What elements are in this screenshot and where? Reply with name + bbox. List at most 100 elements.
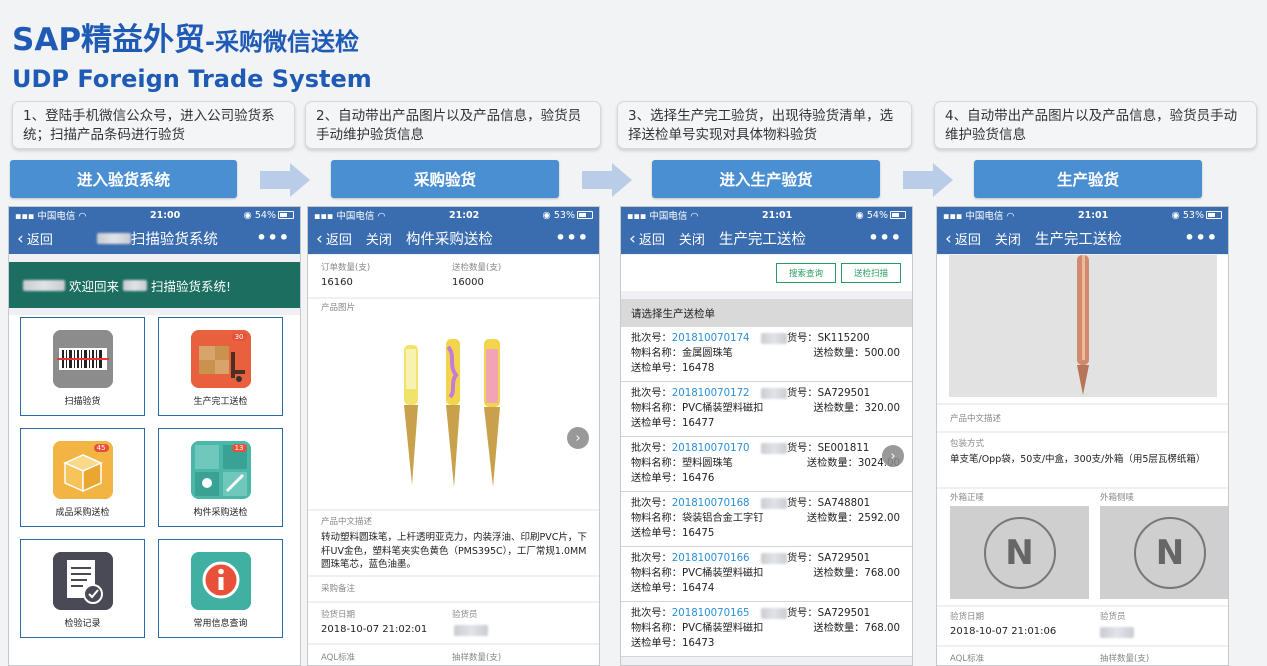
item-number: SE001811 <box>817 443 870 454</box>
page-title: SAP精益外贸-采购微信送检 <box>12 14 359 59</box>
inspection-list: 请选择生产送检单 批次号：201810070174 货号：SK115200 物料名称… <box>621 299 912 657</box>
item-number: SA729501 <box>817 608 871 619</box>
chevron-left-icon: ‹ <box>316 228 323 249</box>
material-name: PVC桶装塑料磁扣 <box>681 568 764 579</box>
inspect-qty: 320.00 <box>864 403 900 414</box>
chevron-left-icon: ‹ <box>945 228 952 249</box>
nav-bar: ‹ 返回 扫描验货系统 ••• <box>9 223 300 254</box>
title-english: UDP Foreign Trade System <box>12 65 372 93</box>
tile-inspection-records[interactable]: 检验记录 <box>20 539 145 638</box>
redacted-text <box>761 387 787 399</box>
more-icon[interactable]: ••• <box>868 228 902 247</box>
north-mark-icon: N <box>1134 516 1206 589</box>
menu-grid: 扫描验货 30 生产完工送检 45 成品采购送检 13 构件采购送检 检验记录 … <box>9 315 300 665</box>
batch-number[interactable]: 201810070166 <box>672 553 750 564</box>
badge-count: 30 <box>231 333 247 341</box>
doc-number: 16475 <box>681 528 715 539</box>
nav-title: 生产完工送检 <box>718 232 806 248</box>
close-button[interactable]: 关闭 <box>995 229 1021 248</box>
step-4-button[interactable]: 生产验货 <box>974 160 1202 198</box>
box-icon: 45 <box>52 441 113 499</box>
tile-production-inspection[interactable]: 30 生产完工送检 <box>158 317 283 416</box>
carton-front-photo: N <box>950 506 1089 599</box>
doc-number: 16476 <box>681 473 715 484</box>
wifi-icon: ◠ <box>377 211 386 222</box>
nav-title: 扫描验货系统 <box>130 232 218 248</box>
scan-button[interactable]: 送检扫描 <box>841 263 901 283</box>
more-icon[interactable]: ••• <box>256 228 290 247</box>
tile-label: 构件采购送检 <box>193 508 248 518</box>
description-section: 产品中文描述 转动塑料圆珠笔，上杆透明亚克力，内装浮油、印刷PVC片，下杆UV金… <box>308 511 599 575</box>
signal-icon: ▪▪▪ <box>627 211 647 222</box>
chevron-right-icon <box>903 163 953 197</box>
signal-icon: ▪▪▪ <box>314 211 334 222</box>
next-button[interactable]: › <box>882 445 904 467</box>
batch-number[interactable]: 201810070174 <box>672 333 750 344</box>
list-item[interactable]: 批次号：201810070165 货号：SA729501 物料名称：PVC桶装塑料磁… <box>621 602 912 657</box>
wifi-icon: ◠ <box>78 211 87 222</box>
inspect-qty: 2592.00 <box>857 513 900 524</box>
material-name: PVC桶装塑料磁扣 <box>681 623 764 634</box>
wifi-icon: ◠ <box>1006 211 1015 222</box>
batch-number[interactable]: 201810070165 <box>672 608 750 619</box>
back-button[interactable]: ‹ 返回 <box>17 229 53 249</box>
tile-scan-inspection[interactable]: 扫描验货 <box>20 317 145 416</box>
battery-level: 54% <box>254 209 276 221</box>
lock-rotation-icon: ◉ <box>1171 209 1180 221</box>
back-button[interactable]: ‹ 返回 <box>945 229 981 249</box>
nav-title: 构件采购送检 <box>405 232 493 248</box>
back-button[interactable]: ‹ 返回 <box>629 229 665 249</box>
clock: 21:00 <box>150 209 181 221</box>
close-button[interactable]: 关闭 <box>679 229 705 248</box>
nav-bar: ‹ 返回 关闭 生产完工送检 ••• <box>621 223 912 254</box>
qty-row: 订单数量(支) 16160 送检数量(支) 16000 <box>308 255 599 297</box>
list-item[interactable]: 批次号：201810070174 货号：SK115200 物料名称：金属圆珠笔 送检数… <box>621 327 912 382</box>
date-row: 验货日期 2018-10-07 21:01:06 验货员 <box>937 607 1228 645</box>
doc-number: 16473 <box>681 638 715 649</box>
tile-finished-purchase[interactable]: 45 成品采购送检 <box>20 428 145 527</box>
nav-title: 生产完工送检 <box>1034 232 1122 248</box>
list-item[interactable]: 批次号：201810070168 货号：SA748801 物料名称：袋装铝合金工字钉… <box>621 492 912 547</box>
signal-icon: ▪▪▪ <box>15 211 35 222</box>
carton-marks-section: 外箱正唛 外箱侧唛 N N <box>937 489 1228 605</box>
step-1-button[interactable]: 进入验货系统 <box>10 160 237 198</box>
material-name: 袋装铝合金工字钉 <box>681 513 764 524</box>
back-button[interactable]: ‹ 返回 <box>316 229 352 249</box>
remark-section: 采购备注 <box>308 577 599 601</box>
material-name: 塑料圆珠笔 <box>681 458 733 469</box>
step-3-button[interactable]: 进入生产验货 <box>652 160 880 198</box>
redacted-text <box>761 442 787 454</box>
next-image-button[interactable]: › <box>567 427 589 449</box>
tile-info-query[interactable]: 常用信息查询 <box>158 539 283 638</box>
batch-number[interactable]: 201810070172 <box>672 388 750 399</box>
list-item[interactable]: 批次号：201810070166 货号：SA729501 物料名称：PVC桶装塑料磁… <box>621 547 912 602</box>
redacted-text <box>23 279 65 291</box>
doc-number: 16477 <box>681 418 715 429</box>
list-item[interactable]: 批次号：201810070172 货号：SA729501 物料名称：PVC桶装塑料磁… <box>621 382 912 437</box>
more-icon[interactable]: ••• <box>555 228 589 247</box>
step-2-button[interactable]: 采购验货 <box>331 160 559 198</box>
redacted-text <box>1100 627 1134 638</box>
redacted-text <box>761 552 787 564</box>
list-item[interactable]: 批次号：201810070170 货号：SE001811 物料名称：塑料圆珠笔 送检数… <box>621 437 912 492</box>
item-number: SK115200 <box>817 333 870 344</box>
chevron-right-icon <box>260 163 310 197</box>
inspect-qty: 768.00 <box>864 568 900 579</box>
inspect-qty: 768.00 <box>864 623 900 634</box>
batch-number[interactable]: 201810070168 <box>672 498 750 509</box>
tile-label: 扫描验货 <box>64 397 101 407</box>
item-number: SA729501 <box>817 553 871 564</box>
tile-component-purchase[interactable]: 13 构件采购送检 <box>158 428 283 527</box>
clock: 21:02 <box>449 209 480 221</box>
batch-number[interactable]: 201810070170 <box>672 443 750 454</box>
status-bar: ▪▪▪ 中国电信 ◠ 21:02 ◉ 53% <box>308 207 599 223</box>
redacted-text <box>454 625 488 636</box>
more-icon[interactable]: ••• <box>1184 228 1218 247</box>
search-button[interactable]: 搜索查询 <box>776 263 836 283</box>
aql-row: AQL标准 抽样数量(支) <box>937 647 1228 665</box>
close-button[interactable]: 关闭 <box>366 229 392 248</box>
clock: 21:01 <box>1078 209 1109 221</box>
redacted-text <box>761 607 787 619</box>
signal-icon: ▪▪▪ <box>943 211 963 222</box>
tile-label: 成品采购送检 <box>55 508 110 518</box>
